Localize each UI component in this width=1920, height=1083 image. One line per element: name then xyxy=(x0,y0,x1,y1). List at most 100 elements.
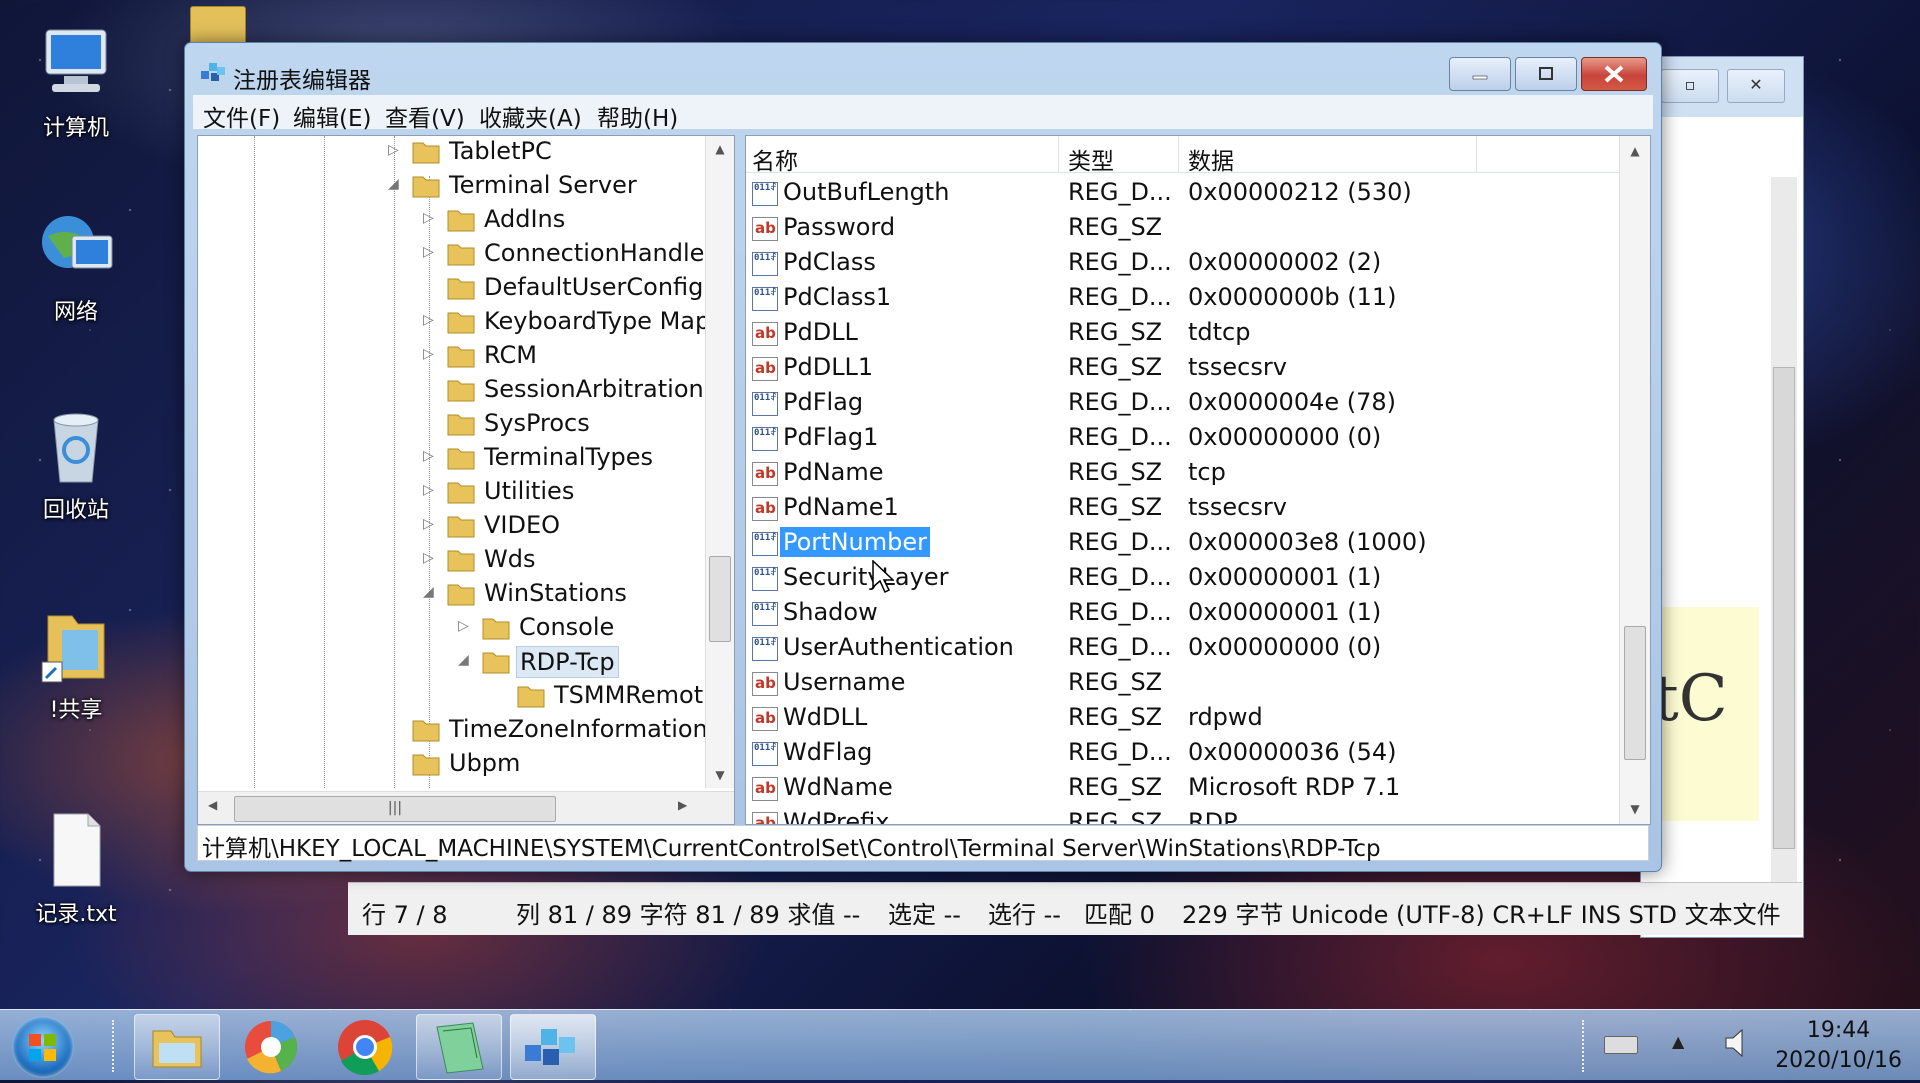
editor-scrollbar[interactable] xyxy=(1771,177,1797,907)
tree-vertical-scrollbar[interactable]: ▲ ▼ xyxy=(705,136,734,788)
desktop-icon-text-file[interactable]: 记录.txt xyxy=(18,808,134,928)
column-header-type[interactable]: 类型 xyxy=(1068,142,1114,176)
scroll-left-icon[interactable]: ◀ xyxy=(208,798,217,812)
taskbar-file-explorer[interactable] xyxy=(134,1014,220,1080)
string-value-icon xyxy=(752,357,778,381)
value-row-pdflag1[interactable]: PdFlag1 REG_D... 0x00000000 (0) xyxy=(746,421,1620,456)
value-row-shadow[interactable]: Shadow REG_D... 0x00000001 (1) xyxy=(746,596,1620,631)
expand-arrow-icon[interactable]: ▷ xyxy=(423,550,434,566)
desktop-icon-recycle-bin[interactable]: 回收站 xyxy=(18,404,134,524)
tree-item-label: Terminal Server xyxy=(449,171,637,199)
taskbar-regedit[interactable] xyxy=(510,1014,596,1080)
scrollbar-thumb[interactable] xyxy=(1773,367,1795,849)
desktop-icon-network[interactable]: 网络 xyxy=(18,206,134,326)
value-row-wddll[interactable]: WdDLL REG_SZ rdpwd xyxy=(746,701,1620,736)
value-type: REG_D... xyxy=(1068,178,1172,206)
menu-file[interactable]: 文件(F) xyxy=(203,99,280,133)
value-row-pdclass[interactable]: PdClass REG_D... 0x00000002 (2) xyxy=(746,246,1620,281)
status-selection: 选定 -- xyxy=(888,901,961,929)
value-row-pdflag[interactable]: PdFlag REG_D... 0x0000004e (78) xyxy=(746,386,1620,421)
expand-arrow-icon[interactable]: ▷ xyxy=(423,346,434,362)
value-name: SecurityLayer xyxy=(783,563,949,591)
tree-horizontal-scrollbar[interactable]: ◀ ||| ▶ xyxy=(198,791,734,824)
value-row-portnumber[interactable]: PortNumber REG_D... 0x000003e8 (1000) xyxy=(746,526,1620,561)
tree-item-label: TabletPC xyxy=(449,137,552,165)
expand-arrow-icon[interactable]: ▷ xyxy=(423,516,434,532)
scrollbar-thumb[interactable] xyxy=(709,556,731,642)
expand-arrow-icon[interactable]: ▷ xyxy=(423,244,434,260)
close-button[interactable] xyxy=(1581,57,1647,91)
scrollbar-thumb[interactable]: ||| xyxy=(234,796,556,822)
keyboard-icon[interactable] xyxy=(1604,1036,1638,1054)
tree-item-label: DefaultUserConfigu xyxy=(484,273,719,301)
value-row-userauthentication[interactable]: UserAuthentication REG_D... 0x00000000 (0) xyxy=(746,631,1620,666)
list-vertical-scrollbar[interactable]: ▲ ▼ xyxy=(1619,136,1650,824)
windows-logo-icon xyxy=(29,1034,56,1061)
scrollbar-thumb[interactable] xyxy=(1624,626,1646,760)
value-row-pddll1[interactable]: PdDLL1 REG_SZ tssecsrv xyxy=(746,351,1620,386)
binary-value-icon xyxy=(752,532,778,556)
minimize-button[interactable] xyxy=(1449,57,1511,91)
menu-help[interactable]: 帮助(H) xyxy=(597,99,678,133)
text-editor-window: ▫ ✕ tC xyxy=(1640,56,1804,938)
menu-favorites[interactable]: 收藏夹(A) xyxy=(479,99,582,133)
menu-view[interactable]: 查看(V) xyxy=(385,99,465,133)
taskbar-chrome[interactable] xyxy=(322,1014,408,1080)
expand-arrow-icon[interactable]: ▷ xyxy=(423,448,434,464)
value-data: tcp xyxy=(1188,458,1226,486)
maximize-icon: ▫ xyxy=(1684,75,1696,94)
scroll-up-icon[interactable]: ▲ xyxy=(1620,144,1650,158)
collapse-arrow-icon[interactable]: ◢ xyxy=(458,652,469,668)
value-row-password[interactable]: Password REG_SZ xyxy=(746,211,1620,246)
expand-arrow-icon[interactable]: ▷ xyxy=(388,142,399,158)
start-button[interactable] xyxy=(12,1016,74,1078)
title-bar[interactable]: 注册表编辑器 xyxy=(185,43,1661,94)
taskbar-color-picker[interactable] xyxy=(228,1014,314,1080)
close-button[interactable]: ✕ xyxy=(1727,69,1785,103)
value-row-wdflag[interactable]: WdFlag REG_D... 0x00000036 (54) xyxy=(746,736,1620,771)
menu-edit[interactable]: 编辑(E) xyxy=(293,99,371,133)
value-row-pdclass1[interactable]: PdClass1 REG_D... 0x0000000b (11) xyxy=(746,281,1620,316)
expand-arrow-icon[interactable]: ▷ xyxy=(423,312,434,328)
value-row-pddll[interactable]: PdDLL REG_SZ tdtcp xyxy=(746,316,1620,351)
column-divider[interactable] xyxy=(1058,136,1059,172)
volume-icon[interactable] xyxy=(1722,1026,1752,1064)
value-name: WdFlag xyxy=(783,738,873,766)
show-hidden-icons-icon[interactable]: ▲ xyxy=(1672,1032,1684,1051)
scroll-right-icon[interactable]: ▶ xyxy=(678,798,687,812)
maximize-button[interactable] xyxy=(1515,57,1577,91)
scroll-up-icon[interactable]: ▲ xyxy=(706,142,734,156)
taskbar-notepad[interactable] xyxy=(416,1014,502,1080)
address-bar[interactable]: 计算机\HKEY_LOCAL_MACHINE\SYSTEM\CurrentCon… xyxy=(197,825,1649,862)
column-divider[interactable] xyxy=(1178,136,1179,172)
value-row-wdprefix[interactable]: WdPrefix REG_SZ RDP xyxy=(746,806,1620,825)
clock[interactable]: 19:44 2020/10/16 xyxy=(1775,1016,1902,1076)
value-row-username[interactable]: Username REG_SZ xyxy=(746,666,1620,701)
expand-arrow-icon[interactable]: ▷ xyxy=(458,618,469,634)
expand-arrow-icon[interactable]: ▷ xyxy=(423,210,434,226)
value-data: RDP xyxy=(1188,808,1238,825)
scroll-down-icon[interactable]: ▼ xyxy=(1620,802,1650,816)
value-row-wdname[interactable]: WdName REG_SZ Microsoft RDP 7.1 xyxy=(746,771,1620,806)
menu-bar: 文件(F) 编辑(E) 查看(V) 收藏夹(A) 帮助(H) xyxy=(193,95,1653,132)
desktop-icon-computer[interactable]: 计算机 xyxy=(18,22,134,142)
column-header-name[interactable]: 名称 xyxy=(752,142,798,176)
taskbar-grip xyxy=(112,1020,122,1072)
expand-arrow-icon[interactable]: ▷ xyxy=(423,482,434,498)
column-header-data[interactable]: 数据 xyxy=(1188,142,1234,176)
scroll-down-icon[interactable]: ▼ xyxy=(706,768,734,782)
value-row-pdname1[interactable]: PdName1 REG_SZ tssecsrv xyxy=(746,491,1620,526)
value-type: REG_D... xyxy=(1068,738,1172,766)
column-divider[interactable] xyxy=(1476,136,1477,172)
value-row-pdname[interactable]: PdName REG_SZ tcp xyxy=(746,456,1620,491)
collapse-arrow-icon[interactable]: ◢ xyxy=(423,584,434,600)
folder-icon xyxy=(412,718,440,742)
value-row-outbuflength[interactable]: OutBufLength REG_D... 0x00000212 (530) xyxy=(746,176,1620,211)
list-header: 名称 类型 数据 xyxy=(746,136,1620,176)
desktop-icon-shared[interactable]: !共享 xyxy=(18,604,134,724)
value-data: Microsoft RDP 7.1 xyxy=(1188,773,1401,801)
collapse-arrow-icon[interactable]: ◢ xyxy=(388,176,399,192)
maximize-button[interactable]: ▫ xyxy=(1661,69,1719,103)
value-type: REG_D... xyxy=(1068,248,1172,276)
registry-editor-window: 注册表编辑器 文件(F) 编辑(E) 查看(V) 收藏夹(A) 帮助(H) ▷ … xyxy=(184,42,1662,872)
